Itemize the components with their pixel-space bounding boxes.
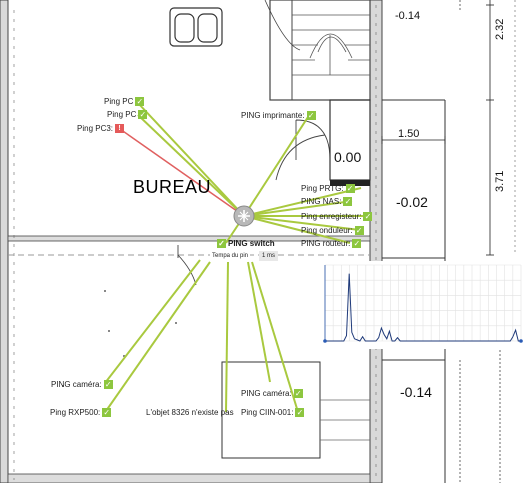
check-icon: ✓ bbox=[354, 226, 364, 236]
chart-canvas bbox=[323, 264, 523, 343]
check-icon: ✓ bbox=[343, 197, 353, 207]
sensor-label: Ping enregisteur: bbox=[301, 212, 362, 221]
room-label: BUREAU bbox=[133, 177, 212, 197]
check-icon: ✓ bbox=[306, 111, 316, 121]
dimension-label: -0.02 bbox=[396, 194, 428, 210]
error-icon: ! bbox=[115, 124, 125, 134]
dimension-label: 1.50 bbox=[398, 128, 420, 140]
switch-hub-icon[interactable] bbox=[233, 205, 255, 227]
sensor-ciin[interactable]: Ping CIIN-001: ✓ bbox=[241, 408, 305, 418]
sensor-ping-printer[interactable]: PING imprimante: ✓ bbox=[241, 111, 316, 121]
chart-point bbox=[519, 339, 523, 343]
check-icon: ✓ bbox=[293, 389, 303, 399]
dimension-label-vertical: 2.32 bbox=[494, 18, 506, 40]
sensor-ping-prtg[interactable]: Ping PRTG: ✓ bbox=[301, 184, 355, 194]
sensor-rxp500[interactable]: Ping RXP500: ✓ bbox=[50, 408, 112, 418]
sensor-label: PING NAS: bbox=[301, 197, 342, 206]
sensor-label: Ping PC bbox=[104, 97, 134, 106]
sensor-ping-nas[interactable]: PING NAS: ✓ bbox=[301, 197, 353, 207]
sensor-ping-switch[interactable]: ✓ PING switch bbox=[217, 239, 275, 249]
dimension-label: -0.14 bbox=[400, 384, 432, 400]
sensor-label: PING caméra: bbox=[51, 380, 102, 389]
dimension-label-vertical: 3.71 bbox=[494, 170, 506, 192]
check-icon: ✓ bbox=[102, 408, 112, 418]
sensor-label: PING switch bbox=[228, 239, 275, 248]
check-icon: ✓ bbox=[138, 110, 148, 120]
check-icon: ✓ bbox=[345, 184, 355, 194]
sensor-label: PING caméra: bbox=[241, 389, 292, 398]
sensor-ping-ups[interactable]: Ping onduleur: ✓ bbox=[301, 226, 364, 236]
check-icon: ✓ bbox=[352, 239, 362, 249]
sensor-ping-pc3[interactable]: Ping PC3:! bbox=[77, 124, 125, 134]
chart-point bbox=[323, 339, 327, 343]
sensor-missing-object[interactable]: L'objet 8326 n'existe pas bbox=[146, 408, 234, 418]
network-map-view: -0.14 2.32 1.50 0.00 3.71 -0.02 -0.14 BU… bbox=[0, 0, 526, 483]
sensor-label: PING imprimante: bbox=[241, 111, 305, 120]
sensor-label: Ping PRTG: bbox=[301, 184, 344, 193]
sensor-label: Ping PC3: bbox=[77, 124, 114, 133]
tooltip-value: 1 ms bbox=[259, 251, 279, 261]
sensor-label: Ping CIIN-001: bbox=[241, 408, 294, 417]
check-icon: ✓ bbox=[217, 239, 226, 249]
tooltip-label: Tempa du pin bbox=[210, 251, 251, 261]
sensor-label: Ping onduleur: bbox=[301, 226, 353, 235]
sensor-ping-pc-2[interactable]: Ping PC ✓ bbox=[107, 110, 148, 120]
check-icon: ✓ bbox=[363, 212, 373, 222]
ping-history-chart[interactable] bbox=[305, 261, 524, 349]
check-icon: ✓ bbox=[103, 380, 113, 390]
sensor-camera-2[interactable]: PING caméra: ✓ bbox=[241, 389, 303, 399]
dimension-label: 0.00 bbox=[334, 149, 362, 165]
sensor-label: PING routeur: bbox=[301, 239, 351, 248]
sensor-ping-router[interactable]: PING routeur: ✓ bbox=[301, 239, 362, 249]
sensor-ping-recorder[interactable]: Ping enregisteur: ✓ bbox=[301, 212, 373, 222]
sensor-camera-1[interactable]: PING caméra: ✓ bbox=[51, 380, 113, 390]
check-icon: ✓ bbox=[135, 97, 145, 107]
dimension-label: -0.14 bbox=[395, 10, 421, 22]
check-icon: ✓ bbox=[295, 408, 305, 418]
sensor-label: Ping RXP500: bbox=[50, 408, 101, 417]
sensor-label: Ping PC bbox=[107, 110, 137, 119]
sensor-ping-pc-1[interactable]: Ping PC ✓ bbox=[104, 97, 145, 107]
